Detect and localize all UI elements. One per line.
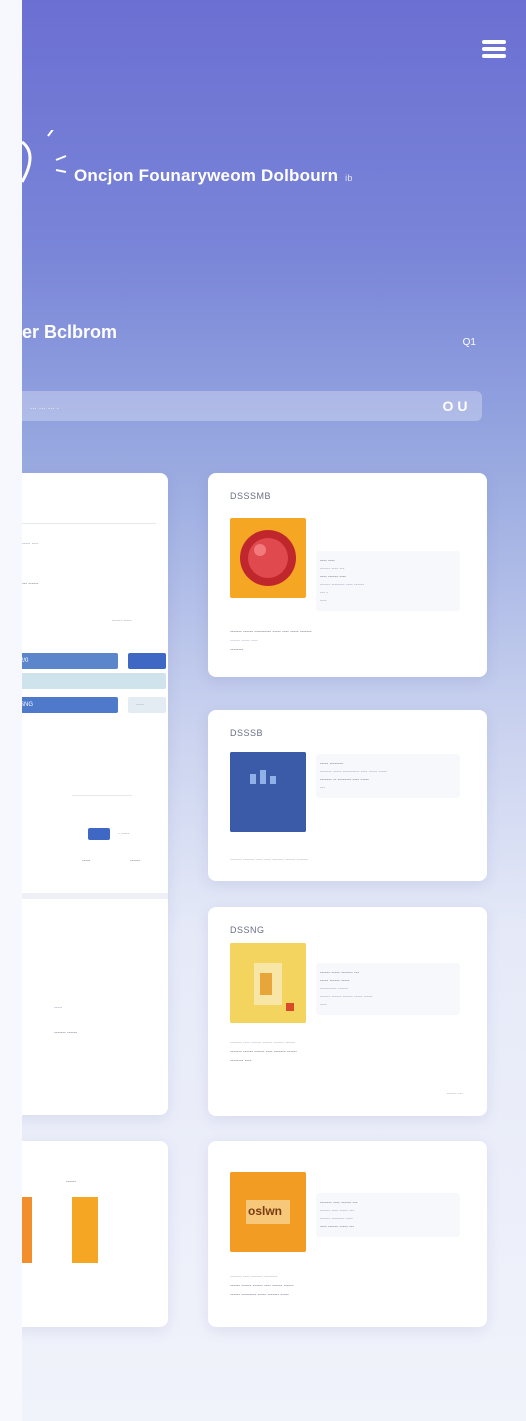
result-count: Q1: [462, 337, 476, 348]
yellow-document-image: [230, 943, 306, 1023]
label-c: ------ -----: [112, 618, 132, 624]
desc-line: ------- ------ ---------- ----- ---- ---…: [230, 629, 312, 635]
meta-line: ------ ----- ------- ---: [320, 970, 360, 976]
hamburger-menu-icon[interactable]: [482, 40, 506, 58]
meta-line: ------- -- -------- ---- -----: [320, 777, 369, 783]
progress-track: [22, 893, 168, 899]
left-edge-rail: [0, 0, 22, 1421]
bar-row-2: [22, 673, 166, 689]
card-title: DSSSMB: [230, 491, 272, 501]
card-title: DSSNG: [230, 925, 265, 935]
label-b: --- ------: [22, 581, 39, 587]
red-orb-image: [230, 518, 306, 598]
left-bar-card: ------: [22, 1141, 168, 1327]
app-title-text: Oncjon Founaryweom Dolbourn: [74, 166, 339, 185]
meta-line: --- -: [320, 590, 329, 596]
row-label: - -----: [118, 831, 130, 837]
meta-line: ------ ------ ------ ----- -----: [320, 994, 373, 1000]
card-title: DSSSB: [230, 728, 264, 738]
result-card-1[interactable]: DSSSMB ---- ---- ------ ---- --- ---- --…: [208, 473, 487, 677]
meta-line: ------ ---- ---: [320, 566, 345, 572]
search-input[interactable]: [22, 401, 431, 411]
footer-label-2: ------- ------: [54, 1030, 78, 1036]
meta-line: ------ -------- ----: [320, 1216, 353, 1222]
desc-line: ------ ------ ------ ---- ------ ------: [230, 1283, 294, 1289]
desc-line: ------- ---- ------- --------: [230, 1274, 278, 1280]
meta-line: ---- ------ ----: [320, 574, 347, 580]
app-title-suffix: ib: [345, 173, 353, 183]
bar-row-3-label: SNG: [22, 702, 34, 708]
divider: [72, 795, 132, 796]
card-meta: ---- ---- ------ ---- --- ---- ------ --…: [316, 551, 460, 611]
card-meta: ------- ---- ------ --- ------ ---- ----…: [316, 1193, 460, 1237]
result-card-2[interactable]: DSSSB ----- -------- ------- ----- -----…: [208, 710, 487, 881]
meta-line: ------- ---- ------ ---: [320, 1200, 358, 1206]
desc-line: ------ --------- ----- ------- -----: [230, 1292, 289, 1298]
meta-line: ----- ------ -----: [320, 978, 350, 984]
col-a: -----: [82, 858, 91, 864]
meta-line: ---------- ------: [320, 986, 349, 992]
footer-label-1: -----: [54, 1005, 63, 1011]
search-button[interactable]: O U: [431, 394, 479, 418]
card-description: ------- ------- ---- ---- ------- ------…: [230, 856, 470, 865]
bar-orange: [22, 1197, 32, 1263]
card-description: ------- ---- ------ ------ ------ ------…: [230, 1039, 470, 1066]
bar-card-label: ------: [66, 1179, 76, 1185]
sun-logo-icon: [22, 130, 67, 183]
card-description: ------- ---- ------- -------- ------ ---…: [230, 1273, 470, 1300]
orange-label-image: oslwn: [230, 1172, 306, 1252]
bar-row-1: 2/0: [22, 653, 118, 669]
app-title: Oncjon Founaryweom Dolbourn ib: [74, 166, 353, 186]
result-card-4[interactable]: oslwn ------- ---- ------ --- ------ ---…: [208, 1141, 487, 1327]
divider: [22, 523, 156, 524]
card-description: ------- ------ ---------- ----- ---- ---…: [230, 628, 470, 655]
thumb-text: oslwn: [248, 1204, 283, 1218]
card-more-link[interactable]: ------ ---: [447, 1091, 463, 1097]
meta-line: ---- ------ ----- ---: [320, 1224, 355, 1230]
search-bar: O U: [22, 391, 482, 421]
desc-line: --------: [230, 647, 244, 653]
result-card-3[interactable]: DSSNG ------ ----- ------- --- ----- ---…: [208, 907, 487, 1116]
meta-line: ------ -------- ---- ------: [320, 582, 365, 588]
card-meta: ----- -------- ------- ----- ---------- …: [316, 754, 460, 798]
app-screen: Oncjon Founaryweom Dolbourn ib er Bclbro…: [22, 0, 526, 1421]
meta-line: ----- --------: [320, 761, 344, 767]
bar-row-1-end: [128, 653, 166, 669]
section-title: er Bclbrom: [22, 322, 118, 342]
bar-row-1-label: 2/0: [22, 658, 29, 664]
label-a: ----- ----: [22, 541, 39, 547]
left-summary-card: ----- ---- --- ------ ------ ----- 2/0 S…: [22, 473, 168, 1115]
bar-row-3-end: ----: [128, 697, 166, 713]
desc-line: -------- ----: [230, 1058, 252, 1064]
action-button[interactable]: [88, 828, 110, 840]
bar-row-3-end-label: ----: [136, 702, 144, 708]
desc-line: ------- ---- ------ ------ ------ ------: [230, 1040, 296, 1046]
col-b: ------: [130, 858, 140, 864]
bar-row-3: SNG: [22, 697, 118, 713]
bar-amber: [72, 1197, 98, 1263]
meta-line: ----: [320, 1002, 327, 1008]
meta-line: ------- ----- ---------- ---- ----- ----…: [320, 769, 387, 775]
card-meta: ------ ----- ------- --- ----- ------ --…: [316, 963, 460, 1015]
meta-line: ------ ---- ----- ---: [320, 1208, 355, 1214]
desc-line: ------- ------ ------ ---- ------- -----…: [230, 1049, 297, 1055]
meta-line: ---: [320, 785, 325, 791]
desc-line: ------- ------- ---- ---- ------- ------…: [230, 857, 309, 863]
meta-line: ----: [320, 598, 327, 604]
blue-chart-image: [230, 752, 306, 832]
meta-line: ---- ----: [320, 558, 335, 564]
desc-line: ------ ----- ----: [230, 638, 258, 644]
